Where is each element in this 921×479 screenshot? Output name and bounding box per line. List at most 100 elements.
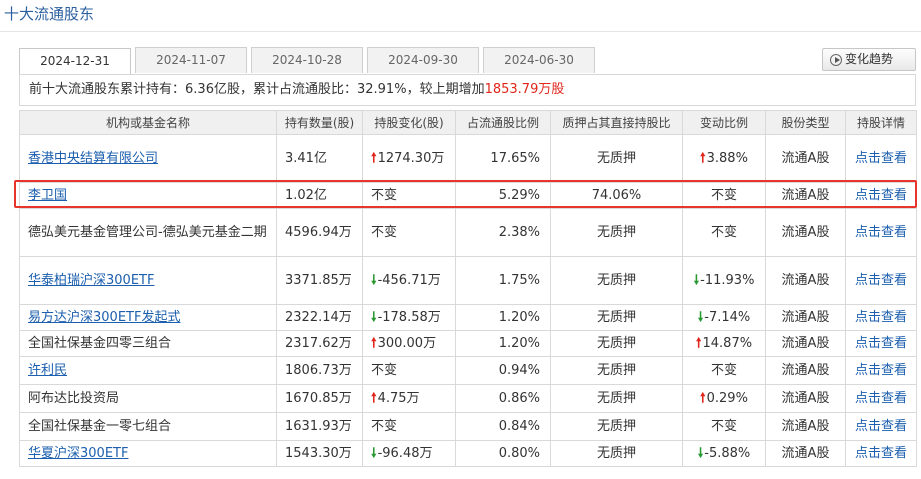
holding-qty: 1543.30万 (285, 445, 352, 461)
summary-ratio: 32.91% (356, 82, 407, 97)
holders-table: 机构或基金名称 持有数量(股) 持股变化(股) 占流通股比例 质押占其直接持股比… (19, 110, 917, 467)
detail-link[interactable]: 点击查看 (855, 273, 907, 288)
holding-change: 不变 (371, 362, 398, 378)
tab-2024-11-07[interactable]: 2024-11-07 (135, 47, 247, 73)
change-ratio: 不变 (710, 418, 737, 434)
holding-change: -96.48万 (377, 445, 433, 461)
table-row: 易方达沪深300ETF发起式 2322.14万 🠗-178.58万 1.20% 无质押 🠗… (19, 304, 917, 331)
pledge-ratio: 无质押 (596, 390, 636, 406)
change-ratio: -11.93% (700, 272, 755, 288)
holding-change: 1274.30万 (377, 150, 445, 166)
share-type: 流通A股 (781, 390, 830, 406)
col-header-detail: 持股详情 (845, 110, 917, 135)
float-ratio: 0.84% (498, 418, 540, 434)
holding-qty: 2322.14万 (285, 309, 352, 325)
summary-sep2: ，较上期增加 (406, 82, 485, 97)
col-header-pledge: 质押占其直接持股比 (550, 110, 683, 135)
summary-change: 1853.79万股 (484, 82, 565, 97)
detail-link[interactable]: 点击查看 (855, 151, 907, 166)
change-down-arrow-icon: 🠗 (371, 309, 377, 325)
holding-change: -456.71万 (377, 272, 441, 288)
detail-link[interactable]: 点击查看 (855, 310, 907, 325)
change-ratio: -5.88% (704, 445, 751, 461)
detail-link[interactable]: 点击查看 (855, 363, 907, 378)
tab-2024-10-28[interactable]: 2024-10-28 (251, 47, 363, 73)
holder-name[interactable]: 许利民 (28, 363, 67, 378)
col-header-name: 机构或基金名称 (19, 110, 277, 135)
change-ratio: 不变 (710, 224, 737, 240)
holder-name[interactable]: 华泰柏瑞沪深300ETF (28, 273, 154, 288)
col-header-change: 持股变化(股) (362, 110, 456, 135)
holding-qty: 1.02亿 (285, 187, 327, 203)
play-icon (830, 54, 842, 66)
holding-change: 4.75万 (377, 390, 420, 406)
holding-change: 不变 (371, 187, 398, 203)
detail-link[interactable]: 点击查看 (855, 225, 907, 240)
ratio-up-arrow-icon: 🠕 (695, 335, 702, 351)
holding-qty: 4596.94万 (285, 224, 352, 240)
float-ratio: 5.29% (498, 187, 540, 203)
ratio-down-arrow-icon: 🠗 (697, 445, 704, 461)
col-header-share-type: 股份类型 (765, 110, 846, 135)
table-row: 许利民 1806.73万 不变 0.94% 无质押 不变 流通A股 点击查看 (19, 356, 917, 385)
holding-change: 300.00万 (377, 335, 437, 351)
detail-link[interactable]: 点击查看 (855, 391, 907, 406)
float-ratio: 17.65% (490, 150, 540, 166)
share-type: 流通A股 (781, 445, 830, 461)
change-ratio: 0.29% (706, 390, 748, 406)
table-row: 全国社保基金一零七组合 1631.93万 不变 0.84% 无质押 不变 流通A股 点击查看 (19, 412, 917, 441)
float-ratio: 0.80% (498, 445, 540, 461)
share-type: 流通A股 (781, 362, 830, 378)
holder-name[interactable]: 李卫国 (28, 188, 67, 203)
table-row: 华泰柏瑞沪深300ETF 3371.85万 🠗-456.71万 1.75% 无质押 🠗-1… (19, 256, 917, 305)
change-up-arrow-icon: 🠕 (371, 150, 377, 166)
change-ratio: 14.87% (702, 335, 753, 351)
holding-qty: 1670.85万 (285, 390, 352, 406)
change-ratio: 3.88% (706, 150, 748, 166)
table-row: 德弘美元基金管理公司-德弘美元基金二期 4596.94万 不变 2.38% 无质押 不变 流… (19, 208, 917, 257)
pledge-ratio: 无质押 (596, 309, 636, 325)
holder-name: 德弘美元基金管理公司-德弘美元基金二期 (28, 224, 267, 240)
detail-link[interactable]: 点击查看 (855, 419, 907, 434)
tab-2024-12-31[interactable]: 2024-12-31 (19, 48, 131, 74)
trend-button-label: 变化趋势 (845, 52, 894, 66)
holding-qty: 3.41亿 (285, 150, 327, 166)
share-type: 流通A股 (781, 187, 830, 203)
float-ratio: 1.20% (498, 335, 540, 351)
summary-bar: 前十大流通股东累计持有：6.36亿股，累计占流通股比：32.91%，较上期增加1… (19, 74, 916, 106)
holder-name[interactable]: 易方达沪深300ETF发起式 (28, 310, 180, 325)
ratio-down-arrow-icon: 🠗 (697, 309, 704, 325)
tab-2024-06-30[interactable]: 2024-06-30 (483, 47, 595, 73)
detail-link[interactable]: 点击查看 (855, 336, 907, 351)
float-ratio: 2.38% (498, 224, 540, 240)
trend-button[interactable]: 变化趋势 (822, 48, 916, 71)
table-row: 香港中央结算有限公司 3.41亿 🠕1274.30万 17.65% 无质押 🠕3.88% 流… (19, 134, 917, 183)
detail-link[interactable]: 点击查看 (855, 446, 907, 461)
pledge-ratio: 无质押 (596, 272, 636, 288)
col-header-qty: 持有数量(股) (276, 110, 363, 135)
float-ratio: 0.94% (498, 362, 540, 378)
share-type: 流通A股 (781, 224, 830, 240)
change-ratio: -7.14% (704, 309, 751, 325)
table-header-row: 机构或基金名称 持有数量(股) 持股变化(股) 占流通股比例 质押占其直接持股比… (19, 110, 917, 135)
share-type: 流通A股 (781, 335, 830, 351)
change-ratio: 不变 (710, 362, 737, 378)
change-ratio: 不变 (710, 187, 737, 203)
detail-link[interactable]: 点击查看 (855, 188, 907, 203)
tab-2024-09-30[interactable]: 2024-09-30 (367, 47, 479, 73)
float-ratio: 1.75% (498, 272, 540, 288)
pledge-ratio: 无质押 (596, 224, 636, 240)
holder-name: 阿布达比投资局 (28, 390, 120, 406)
holder-name[interactable]: 华夏沪深300ETF (28, 446, 128, 461)
holding-qty: 1806.73万 (285, 362, 352, 378)
change-up-arrow-icon: 🠕 (371, 335, 377, 351)
summary-holding: 6.36亿股 (185, 82, 240, 97)
share-type: 流通A股 (781, 150, 830, 166)
col-header-pct: 占流通股比例 (455, 110, 551, 135)
holder-name[interactable]: 香港中央结算有限公司 (28, 151, 158, 166)
section-title: 十大流通股东 (0, 0, 921, 32)
ratio-up-arrow-icon: 🠕 (700, 150, 706, 166)
ratio-down-arrow-icon: 🠗 (693, 272, 700, 288)
holding-qty: 2317.62万 (285, 335, 352, 351)
pledge-ratio: 无质押 (596, 418, 636, 434)
